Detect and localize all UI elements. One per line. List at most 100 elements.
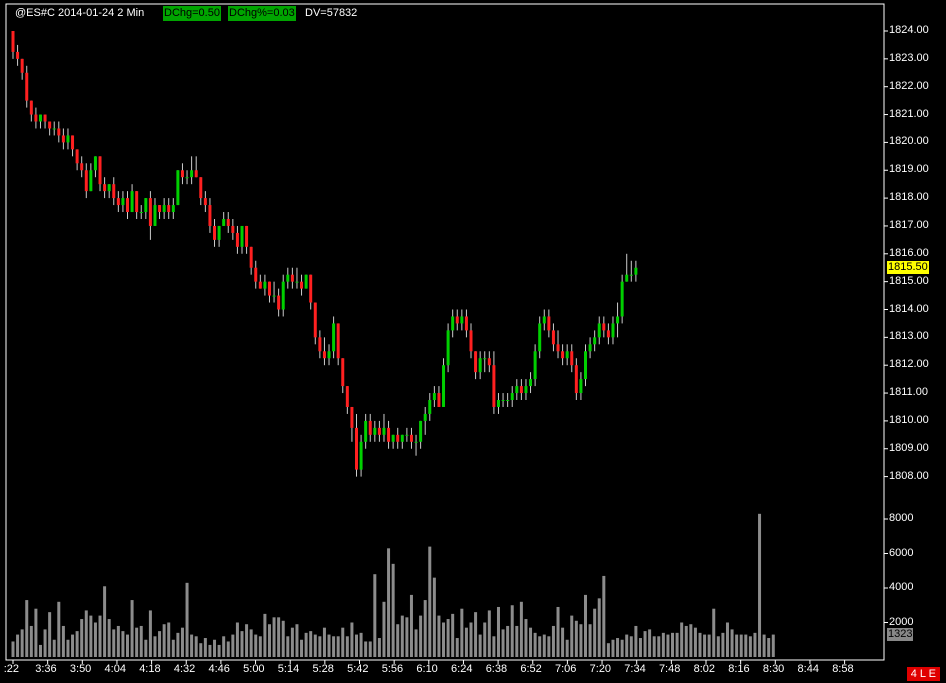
candle	[561, 344, 565, 366]
volume-bar	[290, 627, 294, 657]
volume-bar	[652, 636, 656, 657]
candle-body	[199, 177, 203, 199]
volume-bar	[286, 636, 290, 657]
candle	[423, 406, 427, 435]
volume-bar	[171, 639, 175, 657]
volume-bar	[638, 638, 642, 657]
candle	[606, 323, 610, 345]
candle-body	[300, 281, 304, 289]
candle-body	[84, 170, 88, 192]
candle	[584, 344, 587, 387]
status-badge[interactable]: 4 L E	[906, 667, 940, 681]
candle	[602, 316, 606, 338]
candle	[38, 114, 42, 129]
candle-body	[355, 427, 358, 470]
volume-bar	[139, 625, 143, 657]
volume-bar	[519, 601, 523, 657]
volume-bar	[382, 601, 386, 657]
candle-body	[556, 344, 560, 352]
volume-bar	[409, 594, 413, 657]
candle	[428, 393, 432, 421]
candle-body	[135, 191, 139, 213]
candle	[57, 121, 61, 143]
candle	[16, 44, 20, 66]
candle-body	[446, 330, 450, 366]
candle-body	[620, 281, 624, 317]
volume-bar	[20, 629, 24, 657]
volume-bar	[199, 643, 203, 657]
candle-body	[629, 274, 633, 276]
candle-body	[286, 274, 290, 282]
volume-bar	[144, 639, 148, 657]
candle-body	[240, 225, 244, 247]
time-tick-label: :22	[3, 663, 19, 675]
price-tick-label: 1808.00	[889, 469, 929, 482]
volume-bar	[295, 624, 299, 657]
candle	[451, 309, 455, 338]
candle-body	[103, 184, 107, 192]
volume-bar	[263, 613, 267, 657]
candle	[222, 212, 226, 226]
candle-body	[519, 386, 523, 394]
candle	[61, 128, 65, 150]
last-volume-badge: 1323	[887, 628, 914, 641]
candle-body	[158, 205, 162, 213]
volume-bar	[126, 634, 129, 657]
candle-body	[400, 434, 404, 442]
candle-body	[551, 330, 555, 345]
candle	[419, 420, 423, 449]
candle	[556, 330, 560, 359]
candle-body	[432, 393, 436, 401]
candle-body	[263, 281, 267, 289]
candle-body	[332, 323, 336, 352]
volume-bar	[240, 631, 244, 657]
candle-body	[414, 441, 418, 443]
volume-bar	[712, 608, 716, 657]
volume-bar	[542, 634, 546, 657]
volume-bar	[588, 624, 592, 657]
chart-canvas	[5, 3, 888, 664]
candle-body	[368, 420, 372, 435]
volume-bar	[748, 636, 752, 657]
price-tick-label: 1814.00	[889, 302, 929, 315]
volume-bar	[213, 639, 217, 657]
volume-bar	[309, 631, 313, 657]
volume-bar	[661, 632, 665, 657]
candle-body	[510, 393, 514, 401]
candle	[373, 420, 377, 442]
candle-body	[533, 351, 537, 380]
candle	[98, 156, 102, 192]
time-tick-label: 4:32	[173, 663, 196, 675]
candle	[277, 288, 281, 317]
candle	[121, 191, 125, 213]
volume-bar	[254, 634, 258, 657]
daily-change-percent-badge: DChg%=0.03	[228, 6, 296, 21]
volume-bar	[620, 639, 624, 657]
candle	[446, 323, 450, 373]
candle	[135, 191, 139, 219]
candle	[180, 163, 184, 185]
volume-bar	[771, 634, 775, 657]
volume-bar	[29, 625, 33, 657]
price-tick-label: 1810.00	[889, 413, 929, 426]
candle-body	[313, 302, 317, 338]
volume-bar	[744, 634, 748, 657]
volume-bar	[98, 615, 102, 657]
price-tick-label: 1812.00	[889, 358, 929, 371]
time-tick-label: 8:30	[762, 663, 785, 675]
volume-bar	[405, 617, 409, 657]
candle	[396, 427, 400, 449]
time-tick-label: 6:52	[520, 663, 542, 675]
volume-bar	[350, 622, 354, 657]
volume-bar	[52, 639, 56, 657]
volume-bar	[208, 644, 212, 657]
time-tick-label: 5:56	[381, 663, 404, 675]
volume-bar	[57, 601, 61, 657]
candle	[48, 121, 52, 136]
volume-bar	[400, 615, 404, 657]
volume-bar	[304, 632, 308, 657]
candle-body	[171, 205, 175, 213]
candle-body	[48, 121, 52, 129]
candle-body	[267, 281, 271, 296]
candle-body	[506, 400, 510, 402]
